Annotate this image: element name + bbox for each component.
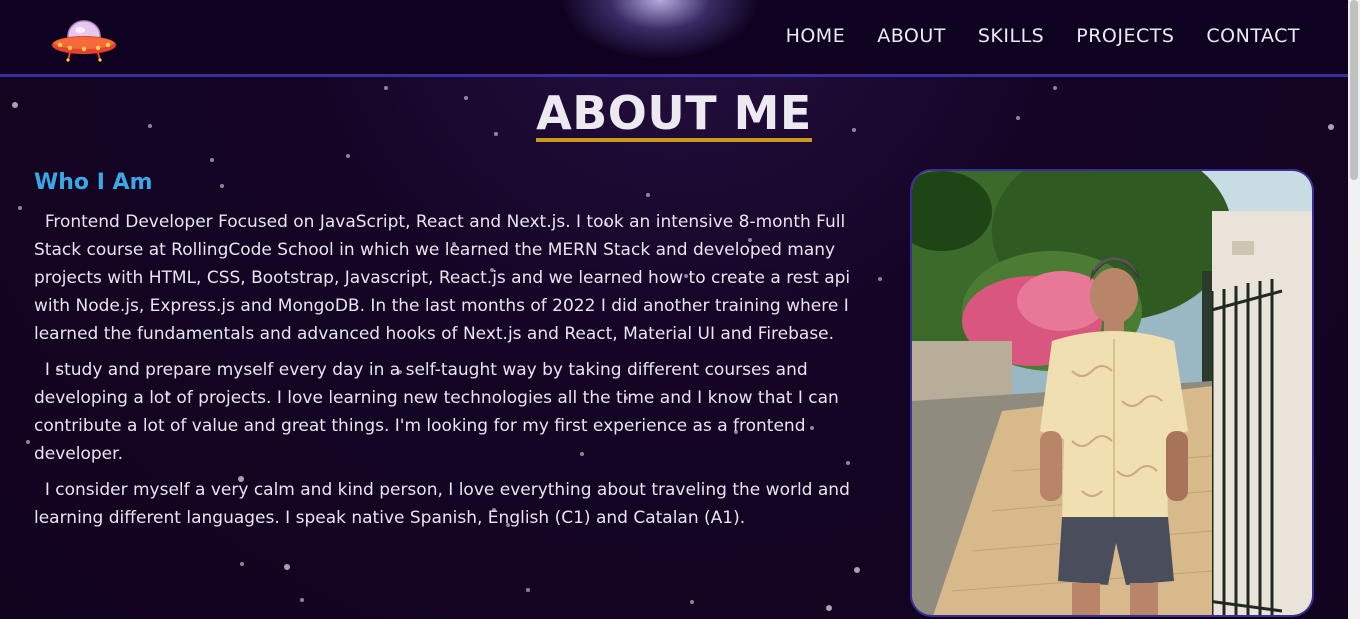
star-dot: [878, 277, 882, 281]
nav-link-contact[interactable]: CONTACT: [1206, 25, 1300, 47]
page-scrollbar[interactable]: [1348, 0, 1360, 619]
bio-paragraph: Frontend Developer Focused on JavaScript…: [34, 212, 856, 344]
star-dot: [18, 206, 22, 210]
about-bio: Frontend Developer Focused on JavaScript…: [34, 208, 854, 540]
about-title: ABOUT ME: [536, 86, 812, 142]
star-dot: [826, 605, 832, 611]
navbar: HOME ABOUT SKILLS PROJECTS CONTACT: [0, 0, 1360, 77]
star-dot: [526, 588, 530, 592]
nav-link-home[interactable]: HOME: [786, 25, 846, 47]
nav-link-projects[interactable]: PROJECTS: [1076, 25, 1174, 47]
star-dot: [300, 598, 304, 602]
star-dot: [646, 193, 650, 197]
nav-glow: [560, 0, 760, 60]
nav-link-about[interactable]: ABOUT: [877, 25, 946, 47]
star-dot: [240, 562, 244, 566]
star-dot: [284, 564, 290, 570]
star-dot: [346, 154, 350, 158]
nav-links: HOME ABOUT SKILLS PROJECTS CONTACT: [786, 25, 1300, 47]
ufo-logo-icon[interactable]: [50, 14, 118, 62]
star-dot: [220, 184, 224, 188]
star-dot: [854, 567, 860, 573]
scrollbar-thumb[interactable]: [1350, 0, 1358, 180]
page: HOME ABOUT SKILLS PROJECTS CONTACT ABOUT…: [0, 0, 1360, 619]
nav-link-skills[interactable]: SKILLS: [978, 25, 1044, 47]
star-dot: [26, 440, 30, 444]
bio-paragraph: I consider myself a very calm and kind p…: [34, 480, 856, 528]
star-dot: [690, 600, 694, 604]
about-title-wrapper: ABOUT ME: [0, 88, 1348, 142]
star-dot: [210, 158, 214, 162]
profile-photo: [910, 169, 1314, 617]
bio-paragraph: I study and prepare myself every day in …: [34, 360, 845, 464]
about-subtitle: Who I Am: [34, 170, 153, 195]
